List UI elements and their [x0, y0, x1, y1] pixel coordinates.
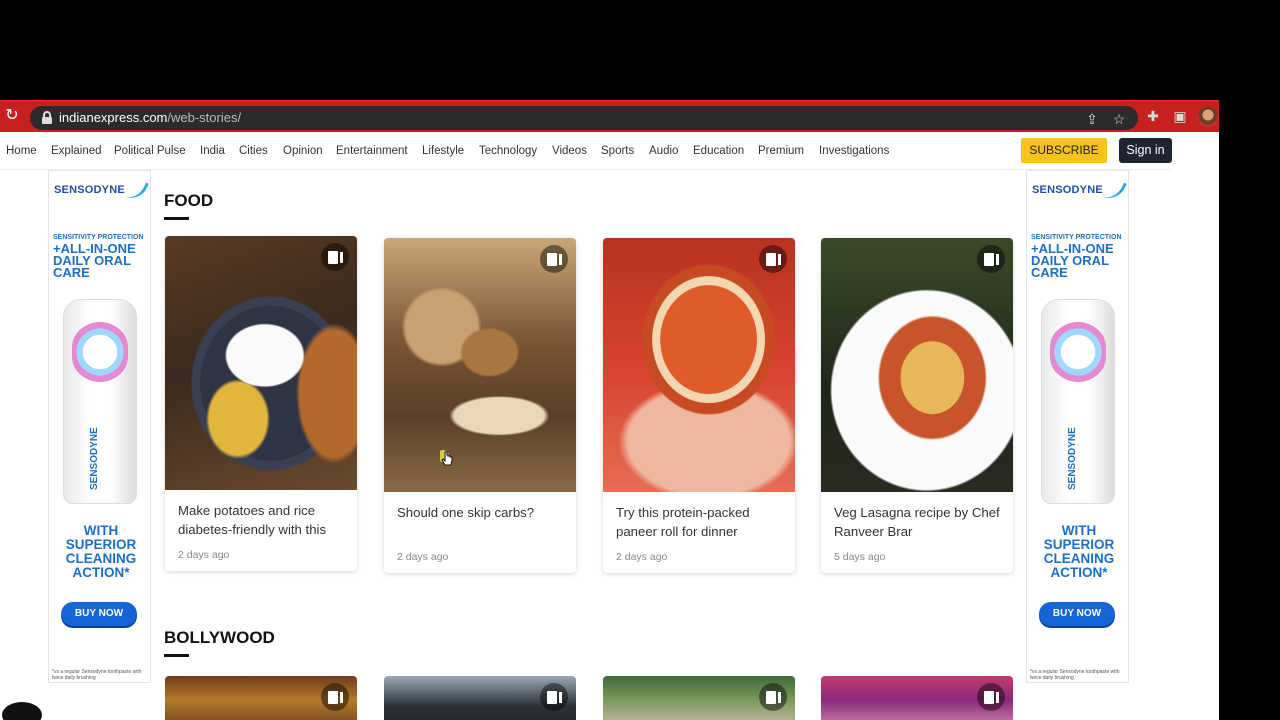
story-card[interactable]	[165, 676, 357, 720]
ad-banner-left[interactable]: SENSODYNE SENSITIVITY PROTECTION +ALL-IN…	[48, 170, 151, 683]
tube-brand-text: SENSODYNE	[1067, 427, 1078, 490]
browser-toolbar-bg: ↻ indianexpress.com/web-stories/ ⇪ ☆ ✚ ▣	[0, 103, 1219, 131]
address-bar[interactable]: indianexpress.com/web-stories/ ⇪ ☆	[30, 106, 1138, 130]
nav-item-premium[interactable]: Premium	[758, 145, 804, 157]
share-icon[interactable]: ⇪	[1083, 110, 1101, 128]
lock-icon[interactable]	[42, 111, 52, 124]
nav-item-political-pulse[interactable]: Political Pulse	[114, 145, 186, 157]
web-story-icon	[977, 245, 1005, 273]
story-date: 5 days ago	[834, 551, 886, 563]
ad-swoosh-icon	[123, 176, 149, 204]
nav-item-entertainment[interactable]: Entertainment	[336, 145, 408, 157]
browser-toolbar: ↻ indianexpress.com/web-stories/ ⇪ ☆ ✚ ▣	[0, 100, 1219, 132]
story-date: 2 days ago	[616, 551, 668, 563]
nav-item-india[interactable]: India	[200, 145, 225, 157]
screen: ↻ indianexpress.com/web-stories/ ⇪ ☆ ✚ ▣…	[0, 0, 1280, 720]
web-story-icon	[321, 683, 349, 711]
nav-item-education[interactable]: Education	[693, 145, 744, 157]
story-title[interactable]: Veg Lasagna recipe by Chef Ranveer Brar	[834, 503, 1004, 541]
reload-icon[interactable]: ↻	[4, 108, 20, 124]
nav-item-technology[interactable]: Technology	[479, 145, 537, 157]
section-title-bollywood: BOLLYWOOD	[164, 628, 275, 647]
story-card[interactable]	[384, 676, 576, 720]
story-date: 2 days ago	[397, 551, 449, 563]
subscribe-button[interactable]: SUBSCRIBE	[1021, 138, 1107, 163]
story-card[interactable]: Make potatoes and rice diabetes-friendly…	[165, 236, 357, 571]
sign-in-button[interactable]: Sign in	[1119, 138, 1172, 163]
tube-brand-text: SENSODYNE	[89, 427, 100, 490]
ad-swoosh-icon	[1101, 176, 1127, 204]
url-text[interactable]: indianexpress.com/web-stories/	[59, 110, 241, 125]
story-title[interactable]: Should one skip carbs?	[397, 503, 567, 522]
ad-tagline-big: +ALL-IN-ONE DAILY ORAL CARE	[1031, 241, 1114, 280]
extensions-icon[interactable]: ✚	[1144, 107, 1162, 125]
web-story-icon	[977, 683, 1005, 711]
story-title[interactable]: Try this protein-packed paneer roll for …	[616, 503, 786, 541]
ad-cta-text: WITH SUPERIOR CLEANING ACTION*	[65, 523, 137, 580]
story-card[interactable]	[603, 676, 795, 720]
nav-item-sports[interactable]: Sports	[601, 145, 634, 157]
nav-item-cities[interactable]: Cities	[239, 145, 268, 157]
ad-fine-print: *vs a regular Sensodyne toothpaste with …	[52, 669, 142, 681]
story-title[interactable]: Make potatoes and rice diabetes-friendly…	[178, 501, 348, 539]
section-underline	[164, 217, 189, 220]
story-thumbnail[interactable]	[384, 238, 576, 492]
side-panel-icon[interactable]: ▣	[1171, 107, 1189, 125]
web-story-icon	[759, 683, 787, 711]
bookmark-star-icon[interactable]: ☆	[1110, 110, 1128, 128]
ad-buy-now-button[interactable]: BUY NOW	[61, 602, 137, 626]
ad-banner-right[interactable]: SENSODYNE SENSITIVITY PROTECTION +ALL-IN…	[1026, 170, 1129, 683]
nav-item-investigations[interactable]: Investigations	[819, 145, 889, 157]
top-navigation: Home Explained Political Pulse India Cit…	[0, 132, 1172, 170]
ad-fine-print: *vs a regular Sensodyne toothpaste with …	[1030, 669, 1120, 681]
web-story-icon	[759, 245, 787, 273]
toothpaste-tube-image: SENSODYNE	[1041, 299, 1115, 504]
section-underline	[164, 654, 189, 657]
ad-tagline-small: SENSITIVITY PROTECTION	[53, 234, 144, 241]
story-card[interactable]	[821, 676, 1013, 720]
tube-band-graphic	[1050, 320, 1106, 384]
story-thumbnail[interactable]	[603, 238, 795, 492]
web-story-icon	[540, 683, 568, 711]
hand-cursor-icon	[440, 450, 453, 466]
ad-brand-logo: SENSODYNE	[1032, 184, 1103, 196]
tube-band-graphic	[72, 320, 128, 384]
nav-item-lifestyle[interactable]: Lifestyle	[422, 145, 464, 157]
ad-brand-logo: SENSODYNE	[54, 184, 125, 196]
section-title-food: FOOD	[164, 191, 214, 210]
story-thumbnail[interactable]	[165, 236, 357, 490]
ad-cta-text: WITH SUPERIOR CLEANING ACTION*	[1043, 523, 1115, 580]
nav-item-home[interactable]: Home	[6, 145, 37, 157]
nav-item-audio[interactable]: Audio	[649, 145, 678, 157]
url-path: /web-stories/	[167, 110, 242, 125]
web-story-icon	[321, 243, 349, 271]
ad-tagline-small: SENSITIVITY PROTECTION	[1031, 234, 1122, 241]
web-page: Home Explained Political Pulse India Cit…	[0, 132, 1219, 720]
web-story-icon	[540, 245, 568, 273]
nav-item-opinion[interactable]: Opinion	[283, 145, 323, 157]
ad-tagline-big: +ALL-IN-ONE DAILY ORAL CARE	[53, 241, 136, 280]
story-thumbnail[interactable]	[821, 238, 1013, 492]
story-card[interactable]: Should one skip carbs? 2 days ago	[384, 238, 576, 573]
profile-avatar[interactable]	[1198, 107, 1218, 127]
url-domain: indianexpress.com	[59, 110, 168, 125]
ad-buy-now-button[interactable]: BUY NOW	[1039, 602, 1115, 626]
story-card[interactable]: Veg Lasagna recipe by Chef Ranveer Brar …	[821, 238, 1013, 573]
nav-item-explained[interactable]: Explained	[51, 145, 102, 157]
nav-item-videos[interactable]: Videos	[552, 145, 587, 157]
story-date: 2 days ago	[178, 549, 230, 561]
toothpaste-tube-image: SENSODYNE	[63, 299, 137, 504]
story-card[interactable]: Try this protein-packed paneer roll for …	[603, 238, 795, 573]
